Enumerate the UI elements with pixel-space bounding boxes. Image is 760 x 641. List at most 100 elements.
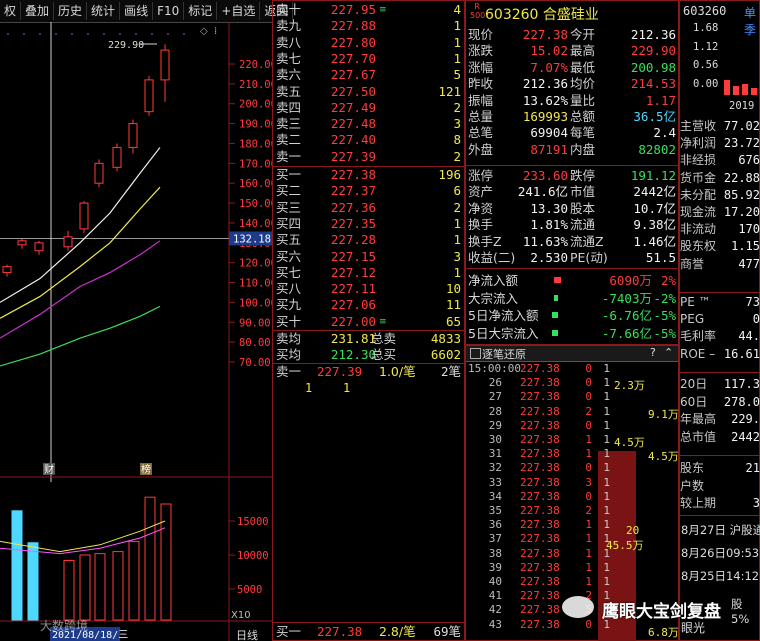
tick-volume: 0 xyxy=(585,362,592,375)
orderbook-level-label: 买八 xyxy=(276,281,302,297)
orderbook-row[interactable]: 卖二 227.40 8 xyxy=(273,132,464,148)
tick-row[interactable]: 37 227.38 1 1 xyxy=(466,532,676,546)
toolbar-btn-7[interactable]: +自选 xyxy=(217,2,261,20)
tick-row[interactable]: 36 227.38 1 1 xyxy=(466,518,676,532)
top-dot xyxy=(71,33,73,35)
orderbook-row[interactable]: 买六 227.15 3 xyxy=(273,249,464,265)
marker-bang[interactable]: 榜 xyxy=(141,463,151,476)
tick-price: 227.38 xyxy=(520,560,560,574)
tick-volume: 1 xyxy=(585,546,592,560)
marker-cai[interactable]: 财 xyxy=(44,463,54,476)
toolbar-btn-4[interactable]: 画线 xyxy=(120,2,154,20)
kline-chart[interactable]: 220.00 210.00 200.00 190.00 180.00 170.00 160.… xyxy=(0,22,272,641)
tick-volume: 1 xyxy=(585,447,592,461)
period-label[interactable]: 日线 xyxy=(236,628,258,641)
vol-tick-label: 10000 xyxy=(237,550,269,562)
candle-body xyxy=(79,202,89,230)
quote-value: 2.530 xyxy=(530,250,568,265)
tick-time: 29 xyxy=(488,418,502,432)
f10-news-item[interactable]: 8月26日09:53 xyxy=(681,545,760,561)
options-icon[interactable]: ⁞ xyxy=(214,26,217,37)
tick-collapse-icon[interactable]: ⌃ xyxy=(664,346,673,359)
tick-volume: 0 xyxy=(585,376,592,390)
orderbook-row[interactable]: 买二 227.37 6 xyxy=(273,183,464,199)
tick-row[interactable]: 40 227.38 1 1 xyxy=(466,575,676,589)
tick-count: 1 xyxy=(603,560,610,574)
orderbook-row[interactable]: 买三 227.36 2 xyxy=(273,200,464,216)
top-dot xyxy=(103,33,105,35)
queue-buy-row[interactable]: 买一 227.38 2.8/笔 69笔 xyxy=(273,624,464,640)
tick-row[interactable]: 15:00:00 227.38 0 1 xyxy=(466,362,676,376)
tick-row[interactable]: 28 227.38 2 1 xyxy=(466,405,676,419)
toolbar-btn-3[interactable]: 统计 xyxy=(87,2,121,20)
orderbook-price: 227.38 xyxy=(330,167,376,182)
orderbook-row[interactable]: 买九 227.06 11 xyxy=(273,297,464,313)
orderbook-row[interactable]: 卖四 227.49 2 xyxy=(273,100,464,116)
f10-row: 商誉 477 xyxy=(679,256,760,273)
current-price-label: 132.18 xyxy=(233,233,271,245)
mini-chart-bar xyxy=(733,86,739,95)
orderbook-row[interactable]: 买十 227.00 ≡ 65 xyxy=(273,314,464,330)
orderbook-price: 227.36 xyxy=(330,199,376,215)
f10-news-item[interactable]: 8月27日 沪股通 xyxy=(681,522,760,538)
tick-row[interactable]: 33 227.38 3 1 xyxy=(466,476,676,490)
quote-label: 量比 xyxy=(570,92,596,108)
orderbook-row[interactable]: 卖六 227.67 5 xyxy=(273,67,464,83)
orderbook-row[interactable]: 卖一 227.39 2 xyxy=(273,149,464,165)
tick-panel-menu-icon[interactable] xyxy=(470,348,481,359)
tick-row[interactable]: 35 227.38 2 1 xyxy=(466,504,676,518)
tick-time: 38 xyxy=(488,546,502,560)
tick-time: 40 xyxy=(488,575,502,588)
f10-divider xyxy=(680,515,759,516)
tick-aggregate-label: 6.8万 xyxy=(648,626,679,639)
toolbar-btn-0[interactable]: 权 xyxy=(0,2,22,20)
tick-price: 227.38 xyxy=(520,461,560,475)
top-dot xyxy=(55,33,57,35)
orderbook-row[interactable]: 卖十 227.95 ≡ 4 xyxy=(273,2,464,18)
orderbook-price: 227.50 xyxy=(330,83,376,99)
toolbar-btn-5[interactable]: F10 xyxy=(153,2,185,20)
stock-title[interactable]: 603260 合盛硅业 xyxy=(485,4,599,24)
top-dot xyxy=(183,33,185,35)
tick-time: 27 xyxy=(488,390,502,404)
queue-sell-row[interactable]: 卖一 227.39 1.0/笔 2笔 xyxy=(273,364,464,380)
f10-value: 477 xyxy=(738,256,760,271)
orderbook-row[interactable]: 卖七 227.70 1 xyxy=(273,51,464,67)
tick-help-icon[interactable]: ? xyxy=(650,346,656,359)
quote-label: 跌停 xyxy=(570,168,596,183)
tick-row[interactable]: 34 227.38 0 1 xyxy=(466,490,676,504)
flow-bar xyxy=(552,329,558,336)
top-dot xyxy=(119,33,121,35)
orderbook-price: 227.48 xyxy=(330,116,376,132)
tick-volume: 0 xyxy=(585,418,592,432)
flow-label: 净流入额 xyxy=(468,273,519,288)
orderbook-row[interactable]: 买一 227.38 196 xyxy=(273,167,464,183)
orderbook-row[interactable]: 买八 227.11 10 xyxy=(273,281,464,297)
orderbook-volume: 1 xyxy=(453,232,461,248)
f10-tab[interactable]: 单季 xyxy=(744,4,760,38)
tick-row[interactable]: 38 227.38 1 1 xyxy=(466,547,676,561)
toolbar-btn-6[interactable]: 标记 xyxy=(184,2,218,20)
tick-row[interactable]: 39 227.38 1 1 xyxy=(466,561,676,575)
diamond-icon[interactable]: ◇ xyxy=(200,26,208,37)
orderbook-row[interactable]: 卖三 227.48 3 xyxy=(273,116,464,132)
tick-row[interactable]: 29 227.38 0 1 xyxy=(466,419,676,433)
orderbook-row[interactable]: 买四 227.35 1 xyxy=(273,216,464,232)
orderbook-price: 227.67 xyxy=(330,67,376,83)
orderbook-row[interactable]: 卖五 227.50 121 xyxy=(273,84,464,100)
orderbook-row[interactable]: 卖九 227.88 1 xyxy=(273,18,464,34)
f10-news-item[interactable]: 8月25日14:12 xyxy=(681,568,760,584)
price-tick-label: 70.00 xyxy=(239,357,271,369)
flow-value: -7403万 xyxy=(601,290,652,306)
toolbar-btn-1[interactable]: 叠加 xyxy=(21,2,55,20)
toolbar-btn-2[interactable]: 历史 xyxy=(54,2,88,20)
orderbook-row[interactable]: 卖八 227.80 1 xyxy=(273,35,464,51)
orderbook-row[interactable]: 买七 227.12 1 xyxy=(273,265,464,281)
tick-count: 1 xyxy=(603,461,610,475)
stock-badge-top: R xyxy=(474,2,480,11)
orderbook-row[interactable]: 买五 227.28 1 xyxy=(273,232,464,248)
quote-row: 资产 241.6亿 市值 2442亿 xyxy=(466,183,678,200)
tick-row[interactable]: 32 227.38 0 1 xyxy=(466,461,676,475)
orderbook-price: 227.49 xyxy=(330,99,376,115)
f10-label: 年最高 xyxy=(680,412,717,426)
